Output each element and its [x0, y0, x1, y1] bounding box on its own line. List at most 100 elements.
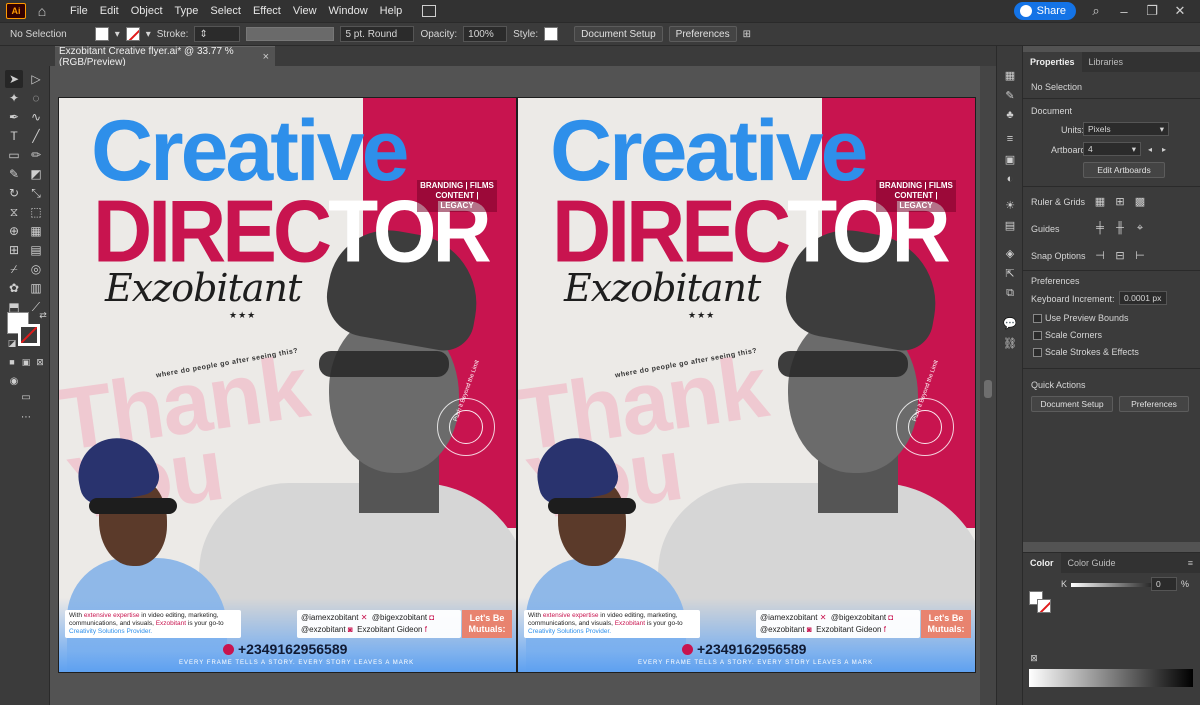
magic-wand-icon[interactable]: ✦ — [5, 89, 23, 107]
tab-properties[interactable]: Properties — [1023, 52, 1082, 72]
type-tool-icon[interactable]: T — [5, 127, 23, 145]
document-setup-button[interactable]: Document Setup — [574, 26, 663, 42]
shaper-tool-icon[interactable]: ✎ — [5, 165, 23, 183]
scale-strokes-checkbox[interactable] — [1033, 348, 1042, 357]
mesh-tool-icon[interactable]: ⊞ — [5, 241, 23, 259]
gradient-panel-icon[interactable]: ▣ — [1003, 152, 1017, 166]
grid-icon[interactable]: ⊞ — [1113, 194, 1127, 208]
close-tab-icon[interactable]: × — [263, 51, 269, 63]
selection-tool-icon[interactable]: ➤ — [5, 70, 23, 88]
direct-selection-tool-icon[interactable]: ▷ — [27, 70, 45, 88]
graphic-styles-icon[interactable]: ▤ — [1003, 218, 1017, 232]
chevron-down-icon[interactable]: ▾ — [146, 29, 151, 40]
chevron-down-icon[interactable]: ▾ — [115, 29, 120, 40]
units-dropdown[interactable]: Pixels ▾ — [1083, 122, 1169, 136]
transparency-grid-icon[interactable]: ▩ — [1133, 194, 1147, 208]
menu-window[interactable]: Window — [323, 0, 374, 22]
width-tool-icon[interactable]: ⧖ — [5, 203, 23, 221]
brush-definition-dropdown[interactable]: 5 pt. Round — [340, 26, 415, 42]
transparency-icon[interactable]: ◐ — [1003, 172, 1017, 186]
menu-view[interactable]: View — [287, 0, 323, 22]
preferences-button[interactable]: Preferences — [1119, 396, 1189, 412]
menu-help[interactable]: Help — [374, 0, 409, 22]
restore-icon[interactable]: ❐ — [1144, 3, 1160, 19]
fill-swatch[interactable] — [94, 27, 109, 41]
canvas-area[interactable]: ThankYou Creative DIRECTOR BRANDING | FI… — [50, 66, 980, 705]
lasso-icon[interactable]: ◌ — [27, 89, 45, 107]
search-icon[interactable]: ⌕ — [1088, 3, 1104, 19]
snap-to-point-icon[interactable]: ⊣ — [1093, 248, 1107, 262]
minimize-icon[interactable]: – — [1116, 3, 1132, 19]
snap-to-pixel-icon[interactable]: ⊟ — [1113, 248, 1127, 262]
artboards-panel-icon[interactable]: ⧉ — [1003, 286, 1017, 300]
panel-menu-icon[interactable]: ≡ — [1181, 553, 1200, 573]
align-icon[interactable]: ⊞ — [743, 29, 751, 40]
pen-tool-icon[interactable]: ✒ — [5, 108, 23, 126]
menu-type[interactable]: Type — [169, 0, 205, 22]
line-tool-icon[interactable]: ╱ — [27, 127, 45, 145]
symbols-icon[interactable]: ♣ — [1003, 108, 1017, 122]
ruler-icon[interactable]: ▦ — [1093, 194, 1107, 208]
lock-guides-icon[interactable]: ╫ — [1113, 221, 1127, 235]
symbol-sprayer-icon[interactable]: ✿ — [5, 279, 23, 297]
rotate-tool-icon[interactable]: ↻ — [5, 184, 23, 202]
column-graph-icon[interactable]: ▥ — [27, 279, 45, 297]
opacity-field[interactable]: 100% — [463, 26, 508, 42]
eraser-tool-icon[interactable]: ◩ — [27, 165, 45, 183]
share-button[interactable]: Share — [1013, 2, 1076, 20]
tab-libraries[interactable]: Libraries — [1082, 52, 1131, 72]
none-mode-icon[interactable]: ⊠ — [31, 353, 49, 371]
stroke-weight-field[interactable]: ⇕ — [194, 26, 241, 42]
keyboard-increment-field[interactable]: 0.0001 px — [1119, 291, 1167, 305]
menu-effect[interactable]: Effect — [247, 0, 287, 22]
variable-width-profile[interactable] — [246, 27, 335, 41]
curvature-tool-icon[interactable]: ∿ — [27, 108, 45, 126]
preferences-button[interactable]: Preferences — [668, 26, 737, 42]
blend-tool-icon[interactable]: ◎ — [27, 260, 45, 278]
k-value-field[interactable]: 0 — [1151, 577, 1177, 591]
scale-corners-checkbox[interactable] — [1033, 331, 1042, 340]
swatches-icon[interactable]: ▦ — [1003, 68, 1017, 82]
artboard-dropdown[interactable]: 4 ▾ — [1083, 142, 1141, 156]
menu-edit[interactable]: Edit — [94, 0, 125, 22]
screen-mode-icon[interactable]: ▭ — [17, 388, 35, 406]
show-guides-icon[interactable]: ╪ — [1093, 221, 1107, 235]
shape-builder-icon[interactable]: ⊕ — [5, 222, 23, 240]
artboard[interactable]: ThankYou Creative DIRECTOR BRANDING | FI… — [58, 97, 517, 673]
export-icon[interactable]: ⇱ — [1003, 266, 1017, 280]
stroke-panel-icon[interactable]: ≡ — [1003, 132, 1017, 146]
appearance-icon[interactable]: ☀ — [1003, 198, 1017, 212]
menu-object[interactable]: Object — [125, 0, 169, 22]
next-artboard-icon[interactable]: ▸ — [1157, 142, 1171, 156]
smart-guides-icon[interactable]: ⌖ — [1133, 221, 1147, 235]
brushes-icon[interactable]: ✎ — [1003, 88, 1017, 102]
rectangle-tool-icon[interactable]: ▭ — [5, 146, 23, 164]
vertical-scrollbar[interactable] — [980, 66, 996, 705]
none-color-icon[interactable]: ⊠ — [1027, 651, 1041, 665]
more-tools-icon[interactable]: ⋯ — [17, 408, 35, 426]
perspective-grid-icon[interactable]: ▦ — [27, 222, 45, 240]
home-icon[interactable]: ⌂ — [34, 3, 50, 19]
comments-icon[interactable]: 💬 — [1003, 316, 1017, 330]
arrange-documents-icon[interactable] — [422, 5, 437, 17]
color-spectrum[interactable] — [1029, 669, 1193, 687]
artboard[interactable]: ThankYou Creative DIRECTOR BRANDING | FI… — [517, 97, 976, 673]
previous-artboard-icon[interactable]: ◂ — [1143, 142, 1157, 156]
close-icon[interactable]: ✕ — [1172, 3, 1188, 19]
links-icon[interactable]: ⛓ — [1003, 336, 1017, 350]
tab-color-guide[interactable]: Color Guide — [1061, 553, 1123, 573]
tab-color[interactable]: Color — [1023, 553, 1061, 573]
use-preview-bounds-checkbox[interactable] — [1033, 314, 1042, 323]
edit-artboards-button[interactable]: Edit Artboards — [1083, 162, 1165, 178]
snap-to-glyph-icon[interactable]: ⊢ — [1133, 248, 1147, 262]
default-colors-icon[interactable]: ◪ — [3, 334, 21, 352]
layers-icon[interactable]: ◈ — [1003, 246, 1017, 260]
free-transform-icon[interactable]: ⬚ — [27, 203, 45, 221]
scale-tool-icon[interactable]: ⤡ — [27, 184, 45, 202]
color-stroke-swatch[interactable] — [1037, 599, 1051, 613]
stroke-color-swatch[interactable] — [18, 324, 40, 346]
scrollbar-thumb[interactable] — [984, 380, 992, 398]
eyedropper-icon[interactable]: ⌿ — [5, 260, 23, 278]
pencil-tool-icon[interactable]: ✏ — [27, 146, 45, 164]
menu-file[interactable]: File — [64, 0, 94, 22]
